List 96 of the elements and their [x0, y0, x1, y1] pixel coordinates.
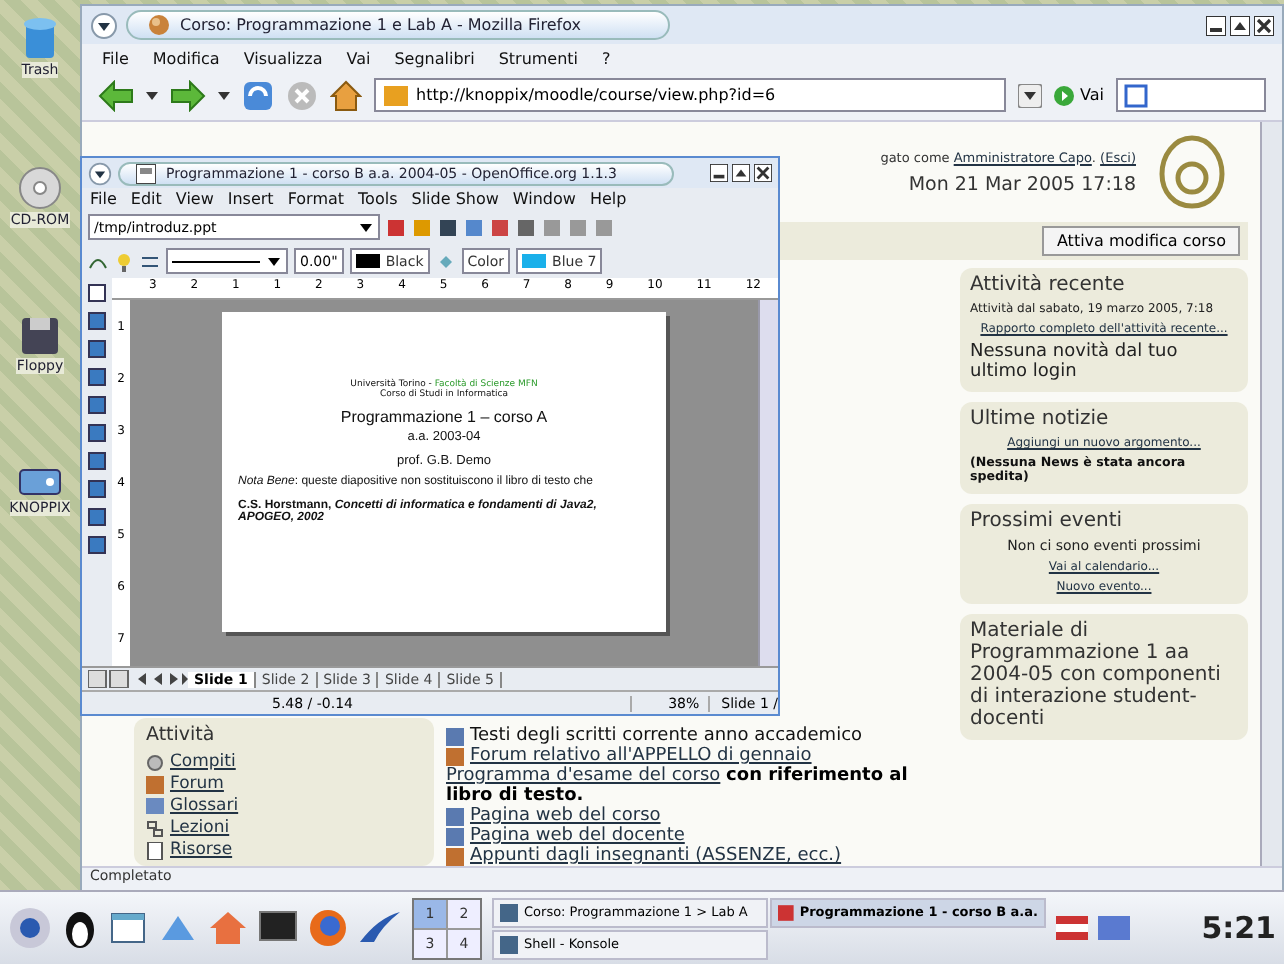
page-icon	[146, 841, 164, 859]
line-style-field[interactable]	[166, 248, 288, 274]
minimize-icon[interactable]	[710, 164, 728, 182]
back-arrow-icon[interactable]	[98, 79, 134, 111]
block-title: Prossimi eventi	[970, 510, 1125, 532]
scrollbar[interactable]	[758, 300, 778, 666]
home-icon[interactable]	[208, 908, 248, 948]
menu-item[interactable]: Slide Show	[411, 190, 499, 208]
block-title: Materiale di Programmazione 1 aa 2004-05 con componenti di interazione student-docenti	[970, 620, 1223, 730]
tool-icon[interactable]	[86, 310, 108, 332]
caret-icon[interactable]	[218, 91, 230, 99]
color-swatch-icon	[355, 254, 380, 268]
block-title: Ultime notizie	[970, 408, 1111, 430]
window-title: Corso: Programmazione 1 e Lab A - Mozilla Firefox	[180, 16, 581, 34]
menu-item[interactable]: Tools	[358, 190, 398, 208]
tool-icon[interactable]	[86, 282, 108, 304]
activity-link[interactable]: Risorse	[170, 840, 233, 860]
date-text: Mon 21 Mar 2005 17:18	[908, 173, 1136, 195]
floppy-icon[interactable]	[19, 316, 60, 356]
maximize-icon[interactable]	[1230, 15, 1250, 35]
dropdown-icon[interactable]	[266, 253, 282, 269]
line-style-icon[interactable]	[140, 251, 160, 271]
lightbulb-icon[interactable]	[114, 251, 134, 271]
gull-icon[interactable]	[358, 910, 402, 946]
tool-icon[interactable]	[86, 338, 108, 360]
go-icon	[1054, 85, 1075, 105]
menu-item[interactable]: Visualizza	[243, 50, 323, 68]
k-menu-icon[interactable]	[8, 906, 52, 950]
home-icon[interactable]	[330, 79, 362, 111]
maximize-icon[interactable]	[732, 164, 750, 182]
slide-navigation-icon[interactable]	[88, 670, 188, 688]
menu-item[interactable]: View	[175, 190, 214, 208]
app-icon	[778, 903, 794, 921]
color-swatch-icon	[522, 254, 547, 268]
reload-icon[interactable]	[242, 79, 274, 111]
menu-item[interactable]: File	[102, 50, 129, 68]
caret-icon[interactable]	[146, 91, 158, 99]
tool-icon[interactable]	[86, 366, 108, 388]
block-title: Attività recente	[970, 274, 1127, 296]
line-sample-icon	[172, 255, 260, 267]
search-engine-icon	[1124, 83, 1148, 107]
menu-item[interactable]: Segnalibri	[394, 50, 475, 68]
dropdown-icon[interactable]	[358, 219, 374, 235]
menu-item[interactable]: Format	[287, 190, 345, 208]
course-item-link[interactable]: Forum relativo all'APPELLO di gennaio	[470, 746, 812, 766]
forward-arrow-icon[interactable]	[170, 79, 206, 111]
tool-icon[interactable]	[86, 478, 108, 500]
address-field[interactable]: http://knoppix/moodle/course/view.php?id=6	[374, 78, 1007, 112]
dropdown-icon[interactable]	[1018, 83, 1043, 107]
tool-icon[interactable]	[86, 506, 108, 528]
course-item-text: Testi degli scritti corrente anno accademico	[470, 726, 863, 746]
browser-icon[interactable]	[308, 908, 348, 948]
menu-item[interactable]: Insert	[227, 190, 274, 208]
menu-item[interactable]: Vai	[346, 50, 371, 68]
course-item-text: Programma d'esame del corso con riferimento al libro di testo.	[446, 766, 910, 806]
disc-icon[interactable]	[18, 166, 62, 210]
go-button[interactable]: Vai	[1054, 85, 1104, 105]
menu-item[interactable]: Modifica	[152, 50, 220, 68]
course-item-link[interactable]: Pagina web del corso	[470, 806, 661, 826]
block-title: Attività	[146, 724, 217, 746]
terminal-icon[interactable]	[258, 910, 298, 946]
clock: 5:21	[1201, 910, 1276, 946]
close-icon[interactable]	[1254, 15, 1274, 35]
minimize-icon[interactable]	[1206, 15, 1226, 35]
globe-icon	[148, 14, 170, 36]
activity-link[interactable]: Lezioni	[170, 818, 230, 838]
keyboard-flag-icon[interactable]	[1056, 916, 1088, 940]
search-field[interactable]	[1116, 78, 1266, 112]
course-item-link[interactable]: Pagina web del docente	[470, 826, 685, 846]
menu-item[interactable]: Window	[512, 190, 576, 208]
tree-icon	[146, 819, 164, 837]
menu-item[interactable]: File	[90, 190, 117, 208]
tool-icon[interactable]	[86, 450, 108, 472]
course-item-link[interactable]: Programma d'esame del corso	[446, 766, 721, 786]
activity-link[interactable]: Forum	[170, 774, 224, 794]
close-icon[interactable]	[754, 164, 772, 182]
scrollbar[interactable]	[1260, 122, 1282, 866]
activity-link[interactable]: Glossari	[170, 796, 239, 816]
window-icon[interactable]	[108, 908, 148, 948]
window-menu-icon[interactable]	[88, 161, 112, 185]
slide-heading: Programmazione 1 – corso A	[340, 408, 548, 426]
menu-item[interactable]: Edit	[130, 190, 162, 208]
tool-icon[interactable]	[86, 394, 108, 416]
tool-icon[interactable]	[86, 422, 108, 444]
penguin-icon[interactable]	[62, 906, 98, 950]
favicon-icon	[384, 85, 408, 105]
activity-link[interactable]: Compiti	[170, 752, 236, 772]
presentation-icon	[136, 163, 156, 183]
course-item-link[interactable]: Appunti dagli insegnanti (ASSENZE, ecc.)	[470, 846, 842, 866]
menu-item[interactable]: Help	[589, 190, 627, 208]
menu-item[interactable]: ?	[602, 50, 611, 68]
window-menu-icon[interactable]	[90, 11, 118, 39]
menu-item[interactable]: Strumenti	[498, 50, 579, 68]
edit-course-button[interactable]: Attiva modifica corso	[1042, 226, 1240, 256]
tool-icon[interactable]	[86, 534, 108, 556]
block-text: Nessuna novità dal tuo ultimo login	[970, 342, 1180, 382]
